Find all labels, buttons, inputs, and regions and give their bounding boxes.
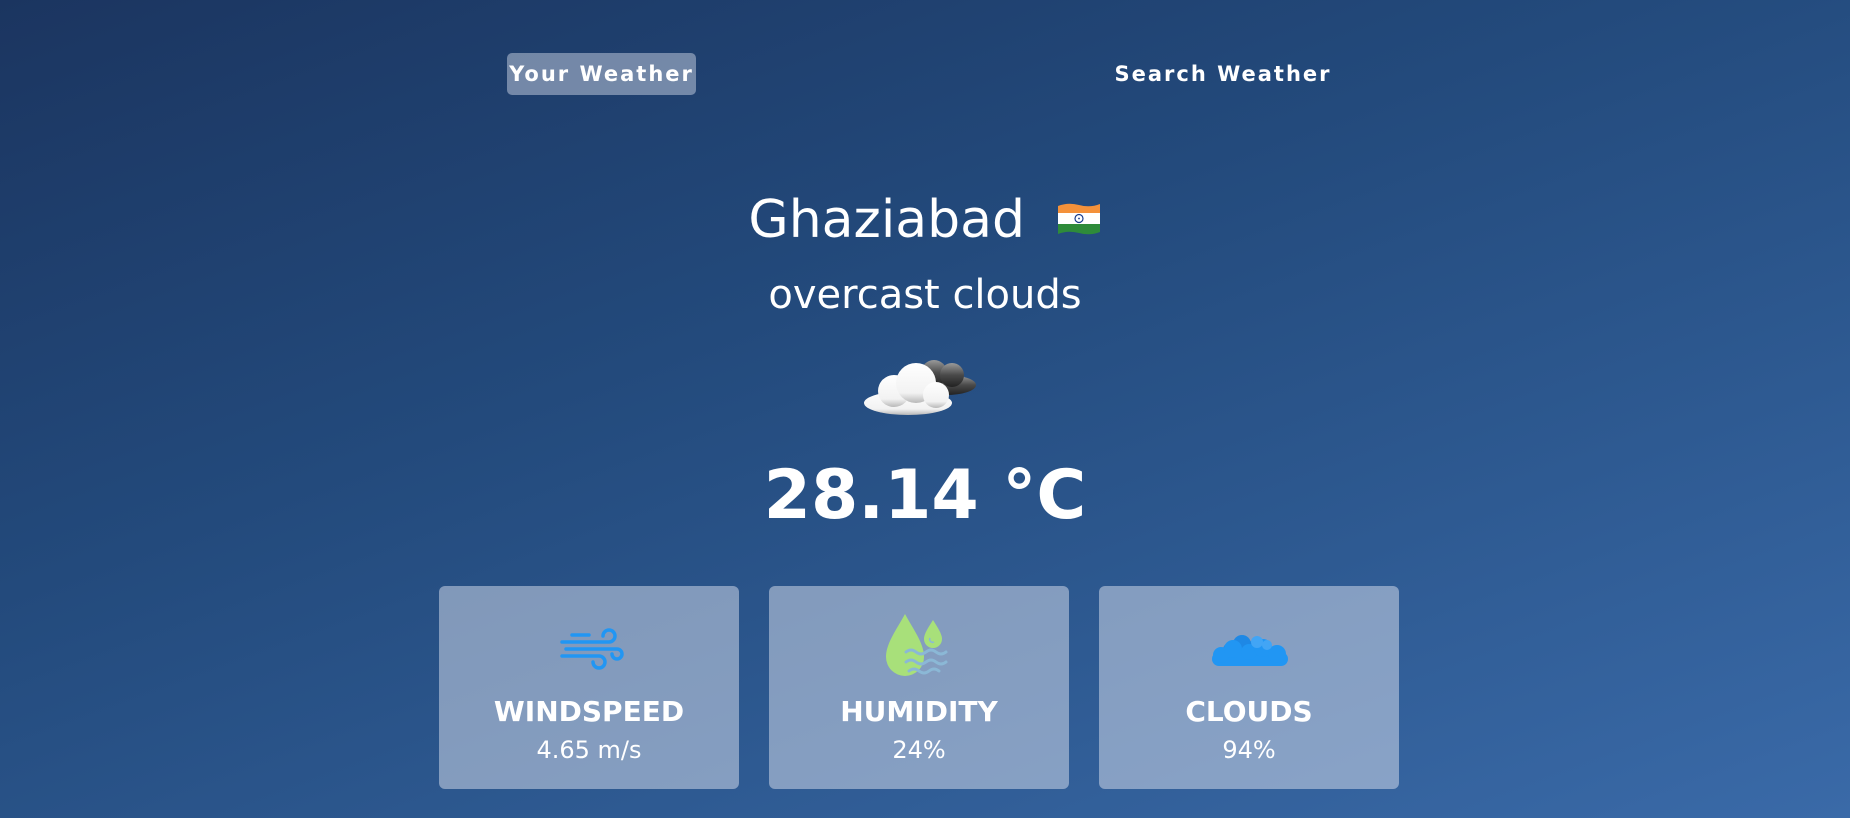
- weather-description: overcast clouds: [768, 272, 1082, 318]
- clouds-label: CLOUDS: [1185, 695, 1313, 728]
- humidity-card: HUMIDITY 24%: [769, 586, 1069, 789]
- humidity-label: HUMIDITY: [840, 695, 998, 728]
- clouds-value: 94%: [1222, 736, 1276, 764]
- overcast-clouds-icon: [862, 345, 980, 417]
- city-heading: Ghaziabad: [0, 190, 1850, 250]
- windspeed-label: WINDSPEED: [493, 695, 685, 728]
- windspeed-value: 4.65 m/s: [536, 736, 642, 764]
- humidity-value: 24%: [892, 736, 946, 764]
- tab-bar: Your Weather Search Weather: [0, 53, 1850, 95]
- tab-search-weather[interactable]: Search Weather: [1110, 53, 1336, 95]
- windspeed-card: WINDSPEED 4.65 m/s: [439, 586, 739, 789]
- city-name: Ghaziabad: [748, 190, 1026, 250]
- temperature-value: 28.14 °C: [763, 456, 1087, 535]
- tab-your-weather[interactable]: Your Weather: [507, 53, 696, 95]
- wind-icon: [439, 612, 739, 682]
- india-flag-icon: [1056, 189, 1102, 249]
- clouds-card: CLOUDS 94%: [1099, 586, 1399, 789]
- clouds-icon: [1099, 612, 1399, 682]
- humidity-drop-icon: [769, 612, 1069, 682]
